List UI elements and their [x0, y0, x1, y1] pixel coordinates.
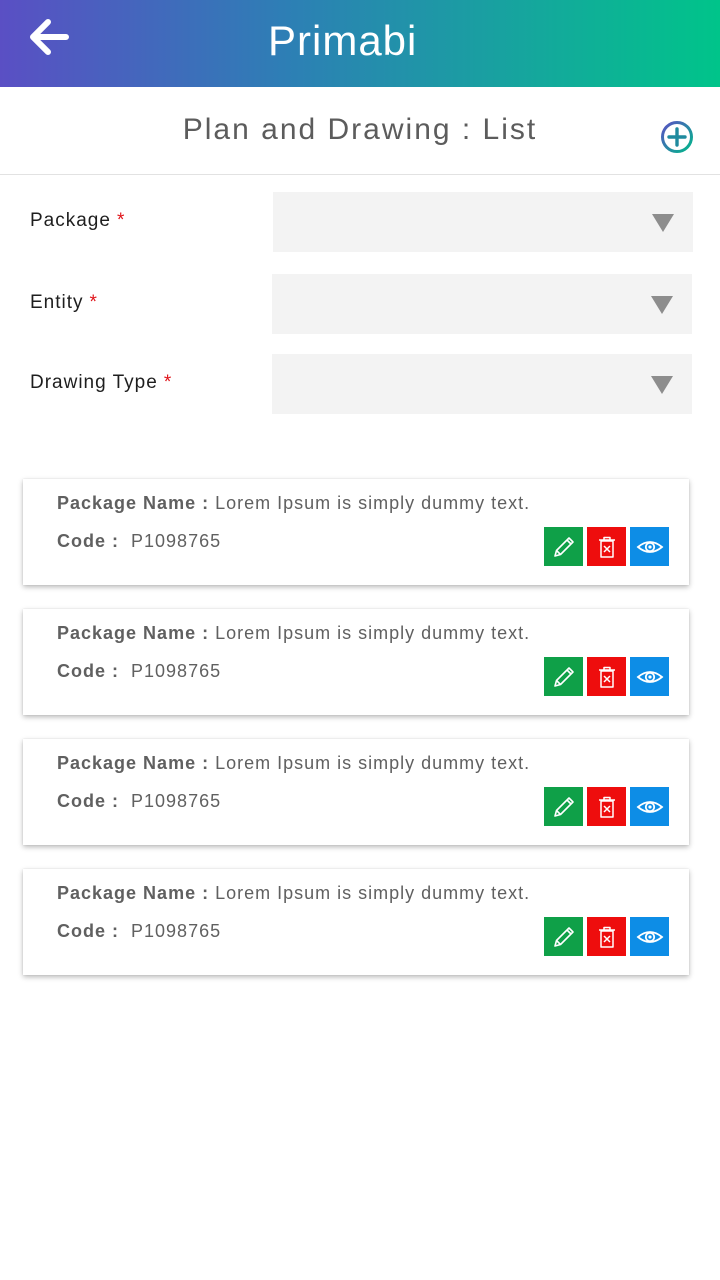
- view-button[interactable]: [630, 527, 669, 566]
- code-label: Code :: [57, 531, 119, 551]
- trash-icon: [598, 926, 615, 948]
- code-value: P1098765: [131, 661, 222, 681]
- package-name-value: Lorem Ipsum is simply dummy text.: [215, 493, 531, 513]
- item-actions: [544, 527, 669, 566]
- title-bar: Plan and Drawing : List: [0, 87, 720, 175]
- app-header: Primabi: [0, 0, 720, 87]
- page-title: Plan and Drawing : List: [182, 113, 538, 146]
- drawing-type-label: Drawing Type *: [30, 372, 173, 393]
- list-item: Package Name : Lorem Ipsum is simply dum…: [23, 869, 689, 975]
- item-actions: [544, 657, 669, 696]
- code-value: P1098765: [131, 531, 222, 551]
- delete-button[interactable]: [587, 527, 626, 566]
- edit-button[interactable]: [544, 787, 583, 826]
- list-item: Package Name : Lorem Ipsum is simply dum…: [23, 479, 689, 585]
- edit-button[interactable]: [544, 657, 583, 696]
- eye-icon: [636, 540, 663, 553]
- eye-icon: [636, 800, 663, 813]
- pencil-icon: [553, 926, 574, 947]
- package-name-label: Package Name :: [57, 883, 210, 903]
- code-label: Code :: [57, 791, 119, 811]
- pencil-icon: [553, 796, 574, 817]
- delete-button[interactable]: [587, 917, 626, 956]
- dropdown-triangle-icon: [651, 296, 673, 314]
- delete-button[interactable]: [587, 787, 626, 826]
- drawing-type-filter-row: Drawing Type *: [0, 354, 720, 414]
- add-circle-icon[interactable]: [659, 119, 695, 155]
- entity-label: Entity *: [30, 292, 98, 313]
- view-button[interactable]: [630, 657, 669, 696]
- pencil-icon: [553, 536, 574, 557]
- package-select[interactable]: [273, 192, 693, 252]
- delete-button[interactable]: [587, 657, 626, 696]
- code-value: P1098765: [131, 791, 222, 811]
- edit-button[interactable]: [544, 527, 583, 566]
- package-name-value: Lorem Ipsum is simply dummy text.: [215, 883, 531, 903]
- trash-icon: [598, 796, 615, 818]
- dropdown-triangle-icon: [652, 214, 674, 232]
- list-item: Package Name : Lorem Ipsum is simply dum…: [23, 739, 689, 845]
- package-name-value: Lorem Ipsum is simply dummy text.: [215, 753, 531, 773]
- drawing-type-select[interactable]: [272, 354, 692, 414]
- entity-filter-row: Entity *: [0, 274, 720, 334]
- item-actions: [544, 917, 669, 956]
- eye-icon: [636, 930, 663, 943]
- code-label: Code :: [57, 921, 119, 941]
- trash-icon: [598, 666, 615, 688]
- edit-button[interactable]: [544, 917, 583, 956]
- pencil-icon: [553, 666, 574, 687]
- item-actions: [544, 787, 669, 826]
- code-value: P1098765: [131, 921, 222, 941]
- trash-icon: [598, 536, 615, 558]
- code-label: Code :: [57, 661, 119, 681]
- back-arrow-icon[interactable]: [24, 16, 76, 58]
- entity-select[interactable]: [272, 274, 692, 334]
- list-item: Package Name : Lorem Ipsum is simply dum…: [23, 609, 689, 715]
- package-name-label: Package Name :: [57, 493, 210, 513]
- app-logo: Primabi: [262, 12, 458, 64]
- package-name-value: Lorem Ipsum is simply dummy text.: [215, 623, 531, 643]
- dropdown-triangle-icon: [651, 376, 673, 394]
- eye-icon: [636, 670, 663, 683]
- package-name-label: Package Name :: [57, 753, 210, 773]
- package-label: Package *: [30, 210, 126, 231]
- package-name-label: Package Name :: [57, 623, 210, 643]
- view-button[interactable]: [630, 917, 669, 956]
- view-button[interactable]: [630, 787, 669, 826]
- package-filter-row: Package *: [0, 192, 720, 252]
- svg-text:Primabi: Primabi: [268, 17, 417, 64]
